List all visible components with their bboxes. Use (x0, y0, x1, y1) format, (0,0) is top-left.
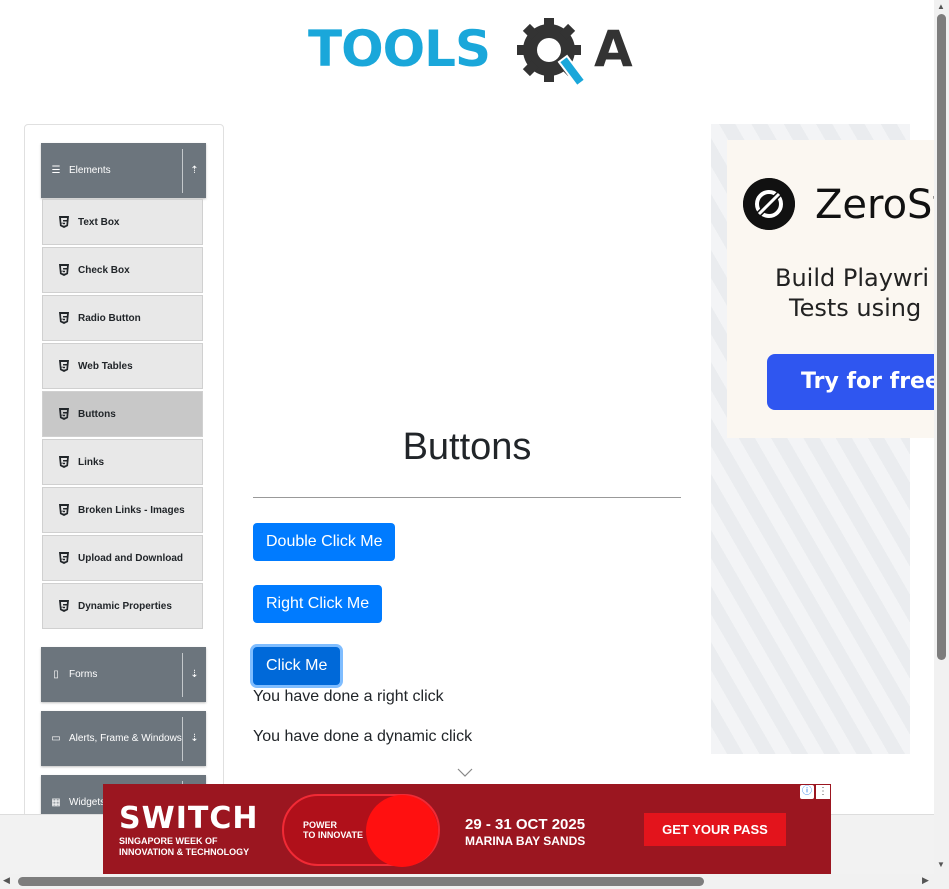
sidebar-item-label: Check Box (78, 264, 130, 276)
sidebar-item-label: Web Tables (78, 360, 133, 372)
html5-icon (59, 360, 69, 372)
sidebar: ☰ Elements ⇡ Text Box Check Box Radio Bu… (24, 124, 224, 846)
html5-icon (59, 552, 69, 564)
sidebar-item-buttons[interactable]: Buttons (42, 391, 203, 437)
sidebar-group-label: Alerts, Frame & Windows (69, 733, 182, 744)
click-me-button[interactable]: Click Me (253, 647, 341, 685)
hamburger-icon: ☰ (51, 165, 61, 176)
sidebar-item-links[interactable]: Links (42, 439, 203, 485)
ad-more-icon[interactable]: ⋮ (816, 785, 830, 799)
sidebar-group-label: Forms (69, 669, 98, 680)
ad-subheadline: Tests using (789, 294, 922, 322)
horizontal-scroll-thumb[interactable] (18, 877, 704, 886)
switch-subtitle-line: SINGAPORE WEEK OF (119, 836, 218, 846)
html5-icon (59, 216, 69, 228)
window-icon: ▭ (51, 733, 61, 744)
title-divider (253, 497, 681, 498)
switch-subtitle-line: INNOVATION & TECHNOLOGY (119, 847, 250, 857)
logo-text: TOOLS (308, 20, 491, 78)
sidebar-item-text-box[interactable]: Text Box (42, 199, 203, 245)
sidebar-item-label: Dynamic Properties (78, 600, 172, 612)
sidebar-item-web-tables[interactable]: Web Tables (42, 343, 203, 389)
sidebar-group-alerts[interactable]: ▭ Alerts, Frame & Windows ⇣ (41, 711, 206, 766)
scroll-right-icon[interactable]: ▶ (922, 875, 929, 886)
html5-icon (59, 408, 69, 420)
divider (182, 148, 183, 193)
sidebar-item-label: Radio Button (78, 312, 141, 324)
sidebar-group-elements[interactable]: ☰ Elements ⇡ (41, 143, 206, 198)
html5-icon (59, 312, 69, 324)
try-for-free-button[interactable]: Try for free - (767, 354, 949, 410)
toolsqa-logo[interactable]: TOOLS A (308, 16, 633, 92)
sidebar-item-label: Broken Links - Images (78, 504, 185, 516)
expand-arrow-icon[interactable]: ⇣ (183, 669, 206, 680)
collapse-arrow-icon[interactable]: ⇡ (183, 165, 206, 176)
power-line: TO INNOVATE (303, 830, 364, 840)
sidebar-item-check-box[interactable]: Check Box (42, 247, 203, 293)
gear-icon (517, 18, 587, 88)
sidebar-item-label: Buttons (78, 408, 116, 420)
zerostep-ad[interactable]: ZeroSt Build Playwri Tests using Try for… (727, 140, 949, 438)
html5-icon (59, 504, 69, 516)
sidebar-item-label: Text Box (78, 216, 120, 228)
power-line: POWER (303, 820, 338, 830)
ad-info-icon[interactable]: ⓘ (800, 785, 814, 799)
grid-icon: ▦ (51, 797, 61, 808)
scroll-up-icon[interactable]: ▲ (937, 2, 945, 11)
switch-subtitle: SINGAPORE WEEK OF INNOVATION & TECHNOLOG… (119, 836, 249, 858)
sidebar-item-label: Links (78, 456, 105, 468)
divider (182, 716, 183, 761)
power-circle (366, 795, 438, 867)
scroll-left-icon[interactable]: ◀ (3, 875, 10, 886)
chevron-down-icon[interactable] (457, 768, 473, 778)
html5-icon (59, 600, 69, 612)
sidebar-item-broken-links[interactable]: Broken Links - Images (42, 487, 203, 533)
ad-headline: Build Playwri (775, 264, 930, 292)
switch-logo: SWITCH (119, 801, 259, 836)
right-click-message: You have done a right click (253, 688, 444, 705)
expand-arrow-icon[interactable]: ⇣ (183, 733, 206, 744)
sidebar-item-dynamic-properties[interactable]: Dynamic Properties (42, 583, 203, 629)
sidebar-item-radio-button[interactable]: Radio Button (42, 295, 203, 341)
sidebar-group-forms[interactable]: ▯ Forms ⇣ (41, 647, 206, 702)
html5-icon (59, 264, 69, 276)
form-icon: ▯ (53, 669, 59, 680)
double-click-button[interactable]: Double Click Me (253, 523, 396, 561)
zerostep-logo-icon (743, 178, 795, 230)
dynamic-click-message: You have done a dynamic click (253, 728, 473, 745)
ad-brand: ZeroSt (815, 182, 949, 228)
get-your-pass-button[interactable]: GET YOUR PASS (644, 813, 786, 846)
vertical-scroll-thumb[interactable] (937, 14, 946, 660)
vertical-scrollbar[interactable]: ▲ ▼ (934, 0, 949, 874)
horizontal-scrollbar[interactable]: ◀ ▶ (0, 874, 949, 889)
html5-icon (59, 456, 69, 468)
sidebar-group-label: Elements (69, 165, 111, 176)
logo-letter: A (594, 20, 633, 78)
power-text: POWER TO INNOVATE (303, 820, 363, 840)
event-dates: 29 - 31 OCT 2025 (465, 816, 586, 833)
switch-banner-ad[interactable]: SWITCH SINGAPORE WEEK OF INNOVATION & TE… (103, 784, 831, 874)
event-venue: MARINA BAY SANDS (465, 834, 586, 848)
scroll-down-icon[interactable]: ▼ (937, 860, 945, 869)
sidebar-item-upload-download[interactable]: Upload and Download (42, 535, 203, 581)
page-title: Buttons (402, 426, 532, 468)
sidebar-item-label: Upload and Download (78, 552, 183, 564)
divider (182, 652, 183, 697)
right-click-button[interactable]: Right Click Me (253, 585, 383, 623)
